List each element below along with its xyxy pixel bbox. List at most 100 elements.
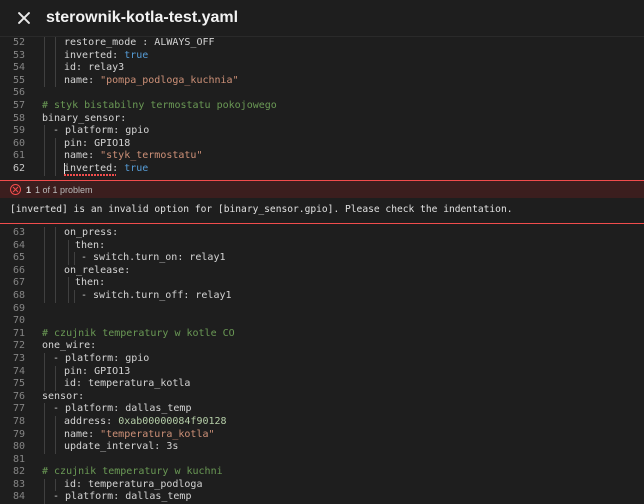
code-token: - platform: dallas_temp: [53, 403, 192, 415]
line-number: 83: [12, 478, 25, 490]
title-bar: sterownik-kotla-test.yaml: [0, 0, 644, 37]
code-line[interactable]: 53 inverted: true: [0, 49, 644, 63]
problem-zone: 1 1 of 1 problem [inverted] is an invali…: [0, 180, 644, 224]
code-line[interactable]: 64 then:: [0, 239, 644, 253]
code-token: pin: GPIO18: [64, 137, 131, 149]
indent-guide: [44, 227, 45, 240]
code-line[interactable]: 71 # czujnik temperatury w kotle CO: [0, 328, 644, 341]
line-number: 53: [12, 49, 25, 61]
code-line[interactable]: 59 - platform: gpio: [0, 125, 644, 138]
code-token: name:: [64, 74, 101, 86]
code-text: - platform: gpio: [53, 353, 149, 366]
code-text: - platform: dallas_temp: [53, 491, 191, 504]
line-number: 61: [12, 150, 25, 162]
indent-guide: [44, 289, 45, 303]
code-token: - platform: dallas_temp: [53, 491, 192, 503]
indent-guide: [55, 289, 56, 303]
line-number: 84: [12, 491, 25, 503]
code-token: "styk_termostatu": [100, 150, 203, 162]
code-line[interactable]: 58 binary_sensor:: [0, 113, 644, 126]
code-token: inverted:: [64, 162, 125, 174]
code-line[interactable]: 76 sensor:: [0, 391, 644, 404]
code-line[interactable]: 55 name: "pompa_podloga_kuchnia": [0, 74, 644, 88]
code-line[interactable]: 77 - platform: dallas_temp: [0, 403, 644, 416]
code-line[interactable]: 65 - switch.turn_on: relay1: [0, 252, 644, 265]
indent-guide: [74, 289, 75, 303]
code-text: id: relay3: [64, 62, 124, 75]
indent-guide: [44, 239, 45, 253]
close-icon[interactable]: [16, 10, 32, 26]
code-token: restore_mode : ALWAYS_OFF: [64, 37, 215, 48]
code-line[interactable]: 81: [0, 454, 644, 467]
code-line[interactable]: 83 id: temperatura_podloga: [0, 478, 644, 492]
indent-guide: [44, 49, 45, 63]
code-editor-bottom[interactable]: 63 on_press: 64 then: 65 - switch.turn_on: re…: [0, 227, 644, 504]
line-number: 72: [12, 340, 25, 352]
code-line[interactable]: 74 pin: GPIO13: [0, 365, 644, 379]
indent-guide: [55, 62, 56, 75]
code-line[interactable]: 72 one_wire:: [0, 340, 644, 353]
problem-header[interactable]: 1 1 of 1 problem: [0, 181, 644, 198]
code-line[interactable]: 73 - platform: gpio: [0, 352, 644, 366]
code-line[interactable]: 62 inverted: true: [0, 162, 644, 176]
code-text: - platform: dallas_temp: [53, 403, 191, 416]
code-token: # czujnik temperatury w kuchni: [42, 466, 223, 478]
line-number: 66: [12, 264, 25, 276]
code-token: true: [124, 49, 149, 61]
code-line[interactable]: 54 id: relay3: [0, 62, 644, 75]
code-line[interactable]: 69: [0, 303, 644, 316]
line-number: 57: [12, 99, 25, 111]
indent-guide: [55, 264, 56, 278]
indent-guide: [44, 478, 45, 492]
code-text: on_press:: [64, 227, 118, 240]
indent-guide: [44, 352, 45, 366]
indent-guide: [55, 378, 56, 391]
code-line[interactable]: 67 then:: [0, 277, 644, 290]
code-line[interactable]: 80 update_interval: 3s: [0, 441, 644, 454]
line-number: 75: [12, 378, 25, 390]
code-line[interactable]: 52 restore_mode : ALWAYS_OFF: [0, 37, 644, 50]
code-line[interactable]: 82 # czujnik temperatury w kuchni: [0, 466, 644, 479]
code-text: inverted: true: [64, 50, 148, 63]
code-line[interactable]: 75 id: temperatura_kotla: [0, 378, 644, 391]
code-token: on_press:: [64, 227, 119, 238]
indent-guide: [44, 428, 45, 442]
code-text: sensor:: [42, 391, 84, 404]
code-token: - switch.turn_off: relay1: [81, 289, 232, 301]
indent-guide: [44, 277, 45, 290]
code-line[interactable]: 61 name: "styk_termostatu": [0, 150, 644, 163]
indent-guide: [55, 227, 56, 240]
indent-guide: [44, 62, 45, 75]
code-line[interactable]: 63 on_press:: [0, 227, 644, 240]
line-number: 65: [12, 252, 25, 264]
code-text: name: "temperatura_kotla": [64, 429, 215, 442]
code-text: one_wire:: [42, 340, 96, 353]
code-line[interactable]: 56: [0, 87, 644, 100]
line-number: 60: [12, 137, 25, 149]
code-line[interactable]: 70: [0, 315, 644, 328]
indent-guide: [55, 150, 56, 163]
code-line[interactable]: 66 on_release:: [0, 264, 644, 278]
code-text: restore_mode : ALWAYS_OFF: [64, 37, 215, 50]
line-number: 71: [12, 327, 25, 339]
code-text: update_interval: 3s: [64, 441, 178, 454]
code-line[interactable]: 79 name: "temperatura_kotla": [0, 428, 644, 442]
code-token: then:: [75, 277, 106, 289]
indent-guide: [44, 491, 45, 504]
code-token: - platform: gpio: [53, 352, 150, 364]
indent-guide: [55, 37, 56, 50]
code-text: on_release:: [64, 265, 130, 278]
code-editor-top[interactable]: 52 restore_mode : ALWAYS_OFF 53 inverted: t…: [0, 37, 644, 176]
line-number: 56: [12, 87, 25, 99]
code-line[interactable]: 78 address: 0xab00000084f90128: [0, 415, 644, 429]
code-token: "temperatura_kotla": [100, 428, 215, 440]
line-number: 68: [12, 289, 25, 301]
code-token: - platform: gpio: [53, 125, 150, 137]
code-text: address: 0xab00000084f90128: [64, 416, 227, 429]
code-line[interactable]: 84 - platform: dallas_temp: [0, 491, 644, 504]
code-line[interactable]: 60 pin: GPIO18: [0, 137, 644, 151]
code-line[interactable]: 68 - switch.turn_off: relay1: [0, 289, 644, 303]
indent-guide: [55, 365, 56, 379]
code-line[interactable]: 57 # styk bistabilny termostatu pokojoweg…: [0, 100, 644, 113]
line-number: 82: [12, 466, 25, 478]
